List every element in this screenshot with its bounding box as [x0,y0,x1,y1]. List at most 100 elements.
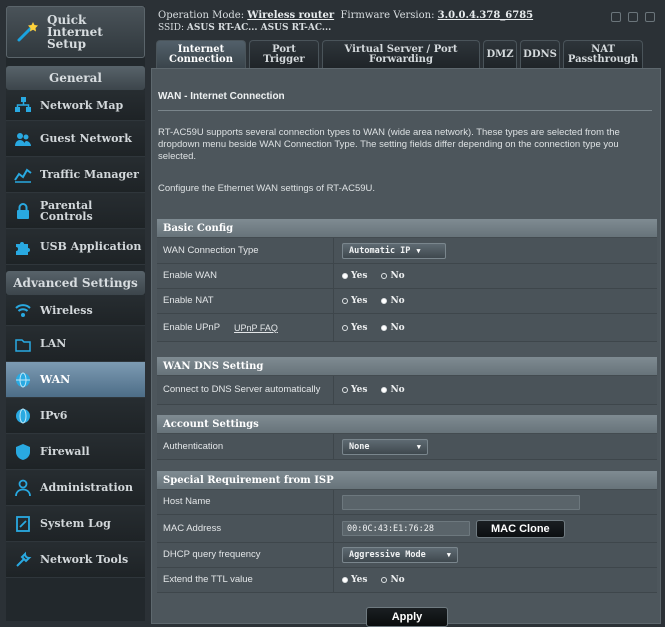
sidebar-item-label: Guest Network [40,132,132,145]
sidebar-item-system-log[interactable]: System Log [6,506,145,542]
enable-upnp-yes-radio[interactable]: Yes [342,323,367,333]
sidebar-item-label: System Log [40,517,111,530]
general-header: General [6,66,145,90]
ttl-no-radio[interactable]: No [381,575,405,585]
sidebar-item-traffic-manager[interactable]: Traffic Manager [6,157,145,193]
sidebar-item-firewall[interactable]: Firewall [6,434,145,470]
sidebar-item-network-map[interactable]: Network Map [6,90,145,121]
status-icon[interactable] [628,12,638,22]
sidebar-item-guest-network[interactable]: Guest Network [6,121,145,157]
sidebar-item-network-tools[interactable]: Network Tools [6,542,145,578]
enable-wan-label: Enable WAN [157,264,334,288]
sidebar-item-label: IPv6 [40,409,68,422]
wireless-icon [14,301,32,319]
dns-auto-yes-radio[interactable]: Yes [342,385,367,395]
dhcp-frequency-select[interactable]: Aggressive Mode ▼ [342,547,458,563]
wan-type-label: WAN Connection Type [157,238,334,263]
enable-upnp-no-radio[interactable]: No [381,323,405,333]
enable-nat-row: Enable NAT Yes No [157,289,657,314]
network-map-icon [14,96,32,114]
enable-nat-no-radio[interactable]: No [381,296,405,306]
radio-dot [381,273,388,279]
guest-network-icon [14,130,32,148]
dhcp-frequency-label: DHCP query frequency [157,543,334,567]
mac-address-input[interactable]: 00:0C:43:E1:76:28 [342,521,470,536]
radio-label: Yes [351,296,368,306]
wand-icon [15,20,39,44]
sidebar-item-ipv6[interactable]: IPv6 [6,398,145,434]
shield-icon [14,443,32,461]
basic-config-header: Basic Config [157,219,657,238]
enable-nat-yes-radio[interactable]: Yes [342,296,367,306]
sidebar-item-label: Network Tools [40,553,129,566]
basic-config-table: Basic Config WAN Connection Type Automat… [157,219,657,342]
status-icon[interactable] [611,12,621,22]
sidebar-item-usb-application[interactable]: USB Application [6,229,145,265]
sidebar-item-label: Firewall [40,445,90,458]
radio-label: No [390,271,405,281]
upnp-faq-link[interactable]: UPnP FAQ [234,323,278,333]
authentication-select[interactable]: None ▼ [342,438,428,455]
ttl-label: Extend the TTL value [157,568,334,592]
chevron-down-icon: ▼ [416,442,421,451]
sidebar-item-administration[interactable]: Administration [6,470,145,506]
apply-button[interactable]: Apply [366,607,448,627]
lock-icon [14,202,32,220]
radio-dot [381,324,388,331]
host-name-input[interactable] [342,494,580,510]
quick-internet-setup-label: Quick Internet Setup [47,13,103,51]
radio-dot [381,387,388,393]
radio-label: No [390,385,405,395]
ssid-value: ASUS RT-AC... ASUS RT-AC... [186,23,332,33]
sidebar-item-label: LAN [40,337,67,350]
mac-address-label: MAC Address [157,515,334,542]
wan-type-select[interactable]: Automatic IP ▼ [342,242,446,259]
firmware-version-link[interactable]: 3.0.0.4.378_6785 [438,10,533,21]
divider [158,110,652,111]
sidebar-item-lan[interactable]: LAN [6,326,145,362]
sidebar-item-label: Administration [40,481,134,494]
radio-dot [342,298,348,304]
sidebar-item-label: WAN [40,373,71,386]
tab-port-trigger[interactable]: Port Trigger [249,40,319,68]
radio-label: Yes [351,322,368,333]
tab-ddns[interactable]: DDNS [520,40,560,68]
ipv6-globe-icon [14,407,32,425]
chevron-down-icon: ▼ [446,551,451,559]
radio-dot [342,387,348,393]
isp-requirement-header: Special Requirement from ISP [157,471,657,490]
enable-wan-no-radio[interactable]: No [381,271,405,281]
sidebar-item-wan[interactable]: WAN [6,362,145,398]
radio-dot [381,577,388,583]
tab-internet-connection[interactable]: Internet Connection [156,40,246,68]
status-icon[interactable] [645,12,655,22]
quick-internet-setup-button[interactable]: Quick Internet Setup [6,6,145,58]
tab-nat-passthrough[interactable]: NAT Passthrough [563,40,643,68]
tab-virtual-server[interactable]: Virtual Server / Port Forwarding [322,40,480,68]
ttl-row: Extend the TTL value Yes No [157,568,657,593]
dhcp-frequency-row: DHCP query frequency Aggressive Mode ▼ [157,543,657,568]
tab-dmz[interactable]: DMZ [483,40,517,68]
puzzle-icon [14,238,32,256]
radio-dot [342,324,348,331]
sidebar-item-label: Network Map [40,98,124,112]
mac-clone-button[interactable]: MAC Clone [476,519,565,538]
sidebar-item-label: USB Application [40,240,142,253]
dns-setting-header: WAN DNS Setting [157,357,657,376]
sidebar-item-label: Traffic Manager [40,168,139,181]
host-name-row: Host Name [157,490,657,515]
operation-mode-link[interactable]: Wireless router [247,10,334,21]
wrench-icon [14,551,32,569]
radio-dot [342,577,348,583]
authentication-label: Authentication [157,434,334,459]
sidebar-item-parental-controls[interactable]: Parental Controls [6,193,145,229]
firmware-label: Firmware Version: [340,10,435,21]
radio-label: Yes [351,385,368,395]
dns-auto-no-radio[interactable]: No [381,385,405,395]
enable-wan-yes-radio[interactable]: Yes [342,271,367,281]
enable-wan-row: Enable WAN Yes No [157,264,657,289]
wan-type-row: WAN Connection Type Automatic IP ▼ [157,238,657,264]
ttl-yes-radio[interactable]: Yes [342,575,367,585]
tab-bar: Internet Connection Port Trigger Virtual… [156,38,659,68]
sidebar-item-wireless[interactable]: Wireless [6,295,145,326]
